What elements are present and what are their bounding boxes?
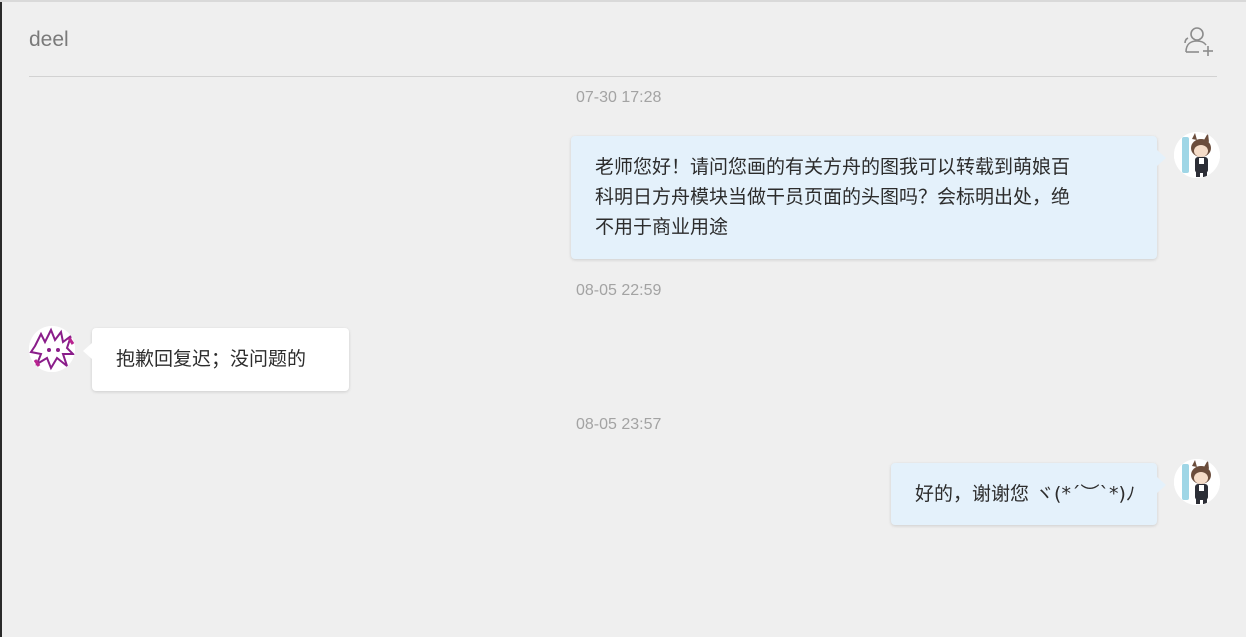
chat-header: deel bbox=[29, 16, 1217, 77]
message-text-line: 科明日方舟模块当做干员页面的头图吗？会标明出处，绝 bbox=[595, 186, 1071, 208]
outgoing-message-bubble[interactable]: 好的，谢谢您 ヾ(*´︶`*)ﾉ bbox=[891, 463, 1166, 525]
add-user-icon bbox=[1184, 27, 1213, 56]
message-text-line: 抱歉回复迟；没问题的 bbox=[116, 348, 307, 370]
self-avatar-icon bbox=[1174, 132, 1220, 178]
self-avatar[interactable] bbox=[1174, 459, 1220, 505]
self-avatar[interactable] bbox=[1174, 132, 1220, 178]
outgoing-message-bubble[interactable]: 老师您好！请问您画的有关方舟的图我可以转载到萌娘百 科明日方舟模块当做干员页面的… bbox=[571, 136, 1166, 259]
message-timestamp: 08-05 23:57 bbox=[576, 416, 662, 433]
contact-avatar[interactable] bbox=[29, 326, 75, 372]
add-user-button[interactable] bbox=[1181, 24, 1215, 58]
message-timestamp: 08-05 22:59 bbox=[576, 282, 662, 299]
message-timestamp: 07-30 17:28 bbox=[576, 89, 662, 106]
window-edge bbox=[0, 0, 2, 637]
message-text-line: 老师您好！请问您画的有关方舟的图我可以转载到萌娘百 bbox=[595, 156, 1071, 178]
message-text-line: 好的，谢谢您 ヾ(*´︶`*)ﾉ bbox=[915, 483, 1136, 505]
contact-avatar-icon bbox=[29, 326, 75, 372]
self-avatar-icon bbox=[1174, 459, 1220, 505]
message-text-line: 不用于商业用途 bbox=[595, 216, 729, 238]
chat-title: deel bbox=[29, 28, 69, 51]
window-top-border bbox=[0, 0, 1246, 2]
incoming-message-bubble[interactable]: 抱歉回复迟；没问题的 bbox=[83, 328, 349, 391]
